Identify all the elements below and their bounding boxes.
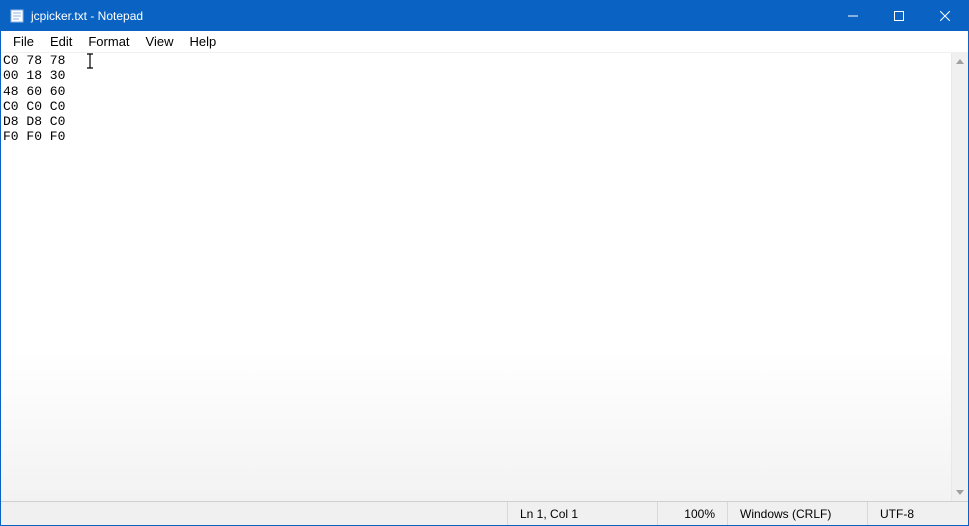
scroll-track[interactable]	[952, 70, 968, 484]
notepad-window: jcpicker.txt - Notepad File Edit Format …	[0, 0, 969, 526]
window-controls	[830, 1, 968, 31]
menu-edit[interactable]: Edit	[42, 32, 80, 51]
close-button[interactable]	[922, 1, 968, 31]
scroll-down-icon[interactable]	[952, 484, 968, 501]
menubar: File Edit Format View Help	[1, 31, 968, 53]
window-title: jcpicker.txt - Notepad	[31, 9, 143, 23]
text-editor[interactable]: C0 78 78 00 18 30 48 60 60 C0 C0 C0 D8 D…	[1, 53, 951, 501]
status-line-ending: Windows (CRLF)	[728, 502, 868, 525]
menu-format[interactable]: Format	[80, 32, 137, 51]
status-cursor-position: Ln 1, Col 1	[508, 502, 658, 525]
editor-area: C0 78 78 00 18 30 48 60 60 C0 C0 C0 D8 D…	[1, 53, 968, 501]
menu-help[interactable]: Help	[181, 32, 224, 51]
vertical-scrollbar[interactable]	[951, 53, 968, 501]
menu-view[interactable]: View	[138, 32, 182, 51]
titlebar[interactable]: jcpicker.txt - Notepad	[1, 1, 968, 31]
status-encoding: UTF-8	[868, 502, 968, 525]
maximize-button[interactable]	[876, 1, 922, 31]
statusbar-spacer	[1, 502, 508, 525]
status-zoom: 100%	[658, 502, 728, 525]
statusbar: Ln 1, Col 1 100% Windows (CRLF) UTF-8	[1, 501, 968, 525]
notepad-app-icon	[9, 8, 25, 24]
minimize-button[interactable]	[830, 1, 876, 31]
scroll-up-icon[interactable]	[952, 53, 968, 70]
menu-file[interactable]: File	[5, 32, 42, 51]
